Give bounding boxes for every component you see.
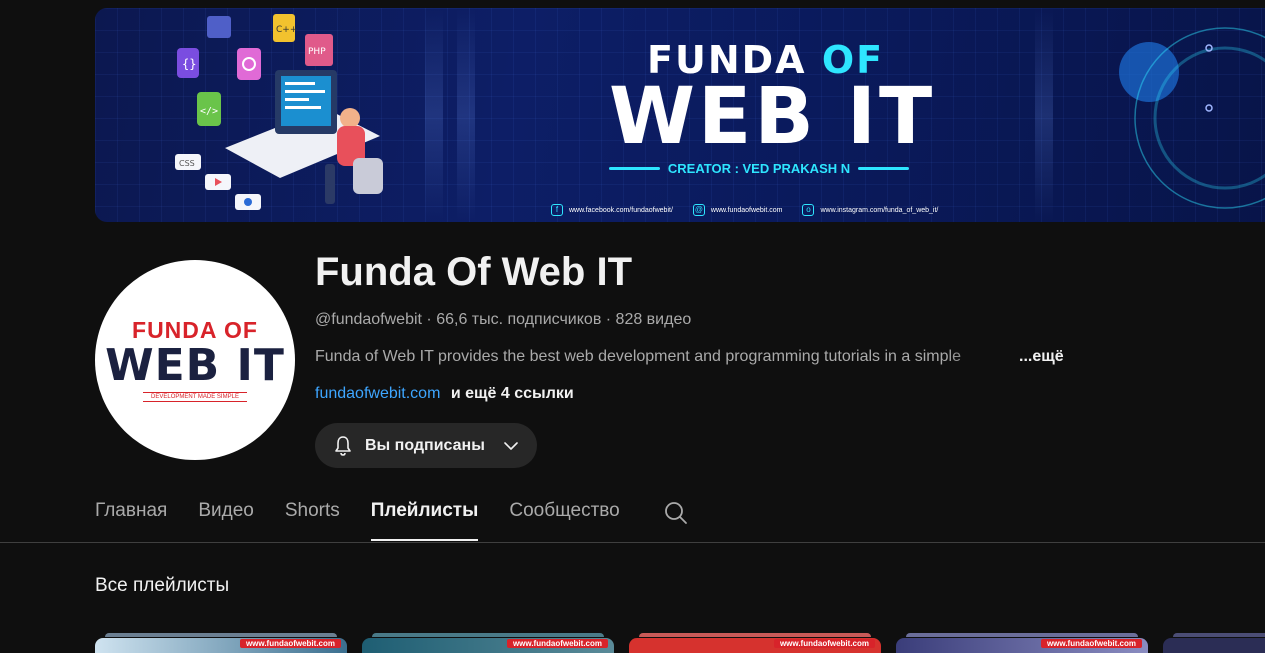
- facebook-icon: f: [551, 204, 563, 216]
- avatar-line1: FUNDA OF: [132, 316, 258, 343]
- banner-code-streak: [425, 8, 443, 222]
- banner-link-website: @ www.fundaofwebit.com: [692, 204, 783, 216]
- chevron-down-icon: [504, 441, 518, 450]
- chair-icon: [353, 158, 383, 194]
- banner-illustration: {} C++ PHP </> CSS: [175, 14, 383, 210]
- playlist-thumb-body: [1163, 638, 1265, 653]
- banner-creator: CREATOR : VED PRAKASH N: [609, 158, 910, 178]
- code-line: [285, 106, 321, 109]
- instagram-icon: o: [802, 204, 815, 216]
- banner-social-links: f www.facebook.com/fundaofwebit/ @ www.f…: [551, 204, 938, 216]
- channel-banner: {} C++ PHP </> CSS FUNDA OF WEB IT CREAT…: [95, 8, 1265, 222]
- code-line: [285, 90, 325, 93]
- thumb-watermark: www.fundaofwebit.com: [239, 639, 341, 648]
- banner-link-text: www.fundaofwebit.com: [710, 206, 783, 214]
- braces-icon: {}: [182, 57, 196, 71]
- creator-line-right: [858, 166, 910, 170]
- playlist-stack: [105, 633, 337, 637]
- banner-link-text: www.facebook.com/fundaofwebit/: [569, 206, 673, 214]
- channel-tabs: Главная Видео Shorts Плейлисты Сообществ…: [95, 490, 689, 542]
- person-leg-icon: [325, 164, 335, 204]
- channel-links: fundaofwebit.com и ещё 4 ссылки: [315, 385, 574, 403]
- description-more-link[interactable]: ...ещё: [1019, 348, 1064, 366]
- gear-icon: [244, 198, 252, 206]
- web-icon: @: [692, 204, 705, 216]
- channel-avatar[interactable]: FUNDA OF WEB IT DEVELOPMENT MADE SIMPLE: [95, 260, 295, 460]
- banner-right-illustration: [1119, 27, 1265, 209]
- playlist-stack: [1173, 633, 1265, 637]
- subscribed-label: Вы подписаны: [365, 436, 485, 454]
- channel-meta: @fundaofwebit · 66,6 тыс. подписчиков · …: [315, 311, 692, 328]
- banner-link-facebook: f www.facebook.com/fundaofwebit/: [551, 204, 673, 216]
- css-label: CSS: [179, 159, 195, 168]
- code-line: [285, 82, 315, 85]
- creator-line-left: [609, 166, 660, 170]
- thumb-watermark: www.fundaofwebit.com: [1040, 639, 1142, 648]
- person-head-icon: [340, 108, 360, 128]
- bell-icon: [335, 435, 351, 456]
- dot-decoration: [1205, 104, 1213, 112]
- more-links-button[interactable]: и ещё 4 ссылки: [451, 385, 574, 402]
- channel-website-link[interactable]: fundaofwebit.com: [315, 385, 440, 402]
- subscribed-button[interactable]: Вы подписаны: [315, 423, 537, 468]
- halftone-circle: [1119, 42, 1179, 102]
- channel-page: {} C++ PHP </> CSS FUNDA OF WEB IT CREAT…: [0, 0, 1265, 653]
- php-label: PHP: [308, 47, 326, 57]
- creator-text: CREATOR : VED PRAKASH N: [667, 160, 851, 176]
- cpp-label: C++: [276, 25, 297, 35]
- playlist-thumbnail[interactable]: www.fundaofwebit.com: [95, 633, 347, 653]
- banner-code-streak: [1035, 8, 1053, 222]
- avatar-line2: WEB IT: [105, 339, 285, 391]
- description-text: Funda of Web IT provides the best web de…: [315, 348, 961, 365]
- tab-community[interactable]: Сообщество: [509, 490, 619, 542]
- section-title: Все плейлисты: [95, 575, 230, 596]
- tag-icon: </>: [200, 106, 218, 117]
- playlist-thumbnail[interactable]: www.fundaofwebit.com: [629, 633, 881, 653]
- channel-name: Funda Of Web IT: [315, 250, 633, 294]
- tab-videos[interactable]: Видео: [198, 490, 254, 542]
- tabs-divider: [0, 542, 1265, 543]
- banner-code-streak: [457, 8, 475, 222]
- code-card-icon: [207, 16, 231, 38]
- banner-title-main: WEB IT: [609, 72, 936, 162]
- tab-playlists[interactable]: Плейлисты: [370, 490, 478, 542]
- channel-description[interactable]: Funda of Web IT provides the best web de…: [315, 348, 1075, 366]
- playlist-stack: [639, 633, 871, 637]
- banner-link-instagram: o www.instagram.com/funda_of_web_it/: [802, 204, 938, 216]
- playlist-thumbnail[interactable]: [1163, 633, 1265, 653]
- tab-home[interactable]: Главная: [95, 490, 167, 542]
- search-card-icon: [237, 48, 261, 80]
- thumb-watermark: www.fundaofwebit.com: [773, 639, 875, 648]
- avatar-line3: DEVELOPMENT MADE SIMPLE: [143, 391, 247, 402]
- playlist-stack: [372, 633, 604, 637]
- playlist-stack: [906, 633, 1138, 637]
- playlist-thumbnail[interactable]: www.fundaofwebit.com: [896, 633, 1148, 653]
- playlist-grid: www.fundaofwebit.com www.fundaofwebit.co…: [95, 633, 1265, 653]
- banner-link-text: www.instagram.com/funda_of_web_it/: [820, 206, 939, 214]
- code-line: [285, 98, 309, 101]
- thumb-watermark: www.fundaofwebit.com: [506, 639, 608, 648]
- playlist-thumbnail[interactable]: www.fundaofwebit.com: [362, 633, 614, 653]
- search-icon[interactable]: [663, 500, 689, 526]
- tab-shorts[interactable]: Shorts: [285, 490, 340, 542]
